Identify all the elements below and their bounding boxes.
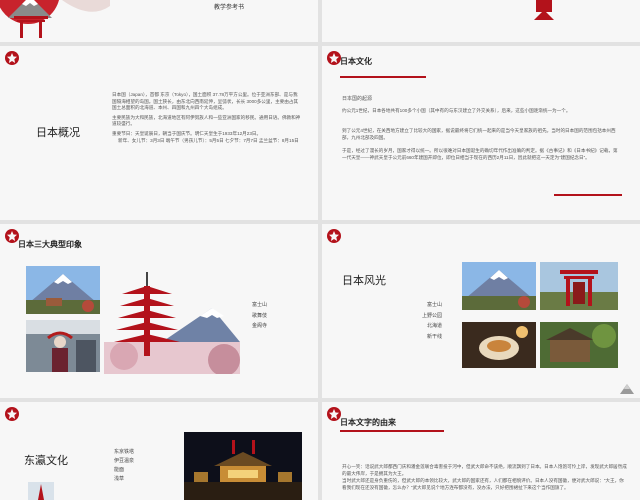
slide-thumbnail-7[interactable]: 东瀛文化 东京铁塔 伊豆温泉 能面 浅草 — [0, 402, 318, 500]
flower-badge-icon — [327, 51, 341, 65]
writing-paragraph-1: 开心一笑：话说武大郎都西门庆和潘金莲联合毒害投于河中，但武大郎命不该绝，顺流飘到… — [342, 464, 627, 476]
tower-photo — [28, 482, 54, 500]
impression-label: 歌舞伎 — [252, 312, 268, 319]
scenery-label: 上野公园 — [422, 312, 443, 319]
kabuki-photo — [26, 320, 100, 372]
pagoda-photo — [104, 270, 240, 374]
slide-thumbnail-1[interactable]: 教学参考书 — [0, 0, 318, 42]
culture-label: 能面 — [114, 467, 125, 473]
night-temple-photo — [184, 432, 302, 500]
culture-label: 伊豆温泉 — [114, 458, 135, 464]
slide-title: 日本概况 — [36, 127, 80, 139]
flower-badge-icon — [5, 407, 19, 421]
slide-thumbnail-6[interactable]: 日本风光 富士山 上野公园 北海道 新干线 — [322, 224, 640, 398]
cover-subtitle: 教学参考书 — [214, 5, 245, 11]
slide-thumbnail-4[interactable]: 日本文化 日本国的起源 约公元1世纪，日本各地共有100多个小国（其中有的与东汉… — [322, 46, 640, 220]
slide-title: 日本文字的由来 — [340, 418, 396, 427]
slide-title: 日本三大典型印象 — [18, 240, 82, 249]
flower-badge-icon — [5, 51, 19, 65]
slide-thumbnail-5[interactable]: 日本三大典型印象 富士山 歌舞伎 金阁寺 — [0, 224, 318, 398]
culture-label: 浅草 — [114, 476, 125, 482]
lantern-decoration — [534, 0, 554, 20]
scenery-label: 富士山 — [427, 302, 443, 308]
cover-art — [0, 0, 110, 38]
writing-paragraph-2: 当时武大郎还是身负重伤的，但武大郎的本领比较大，武大郎的国家还有，人们都在相貌评… — [342, 478, 624, 490]
title-underline — [340, 430, 444, 432]
flower-badge-icon — [327, 407, 341, 421]
culture-list: 东京铁塔 伊豆温泉 能面 浅草 — [114, 448, 134, 484]
scenery-label: 新干线 — [427, 333, 443, 340]
slide-title: 日本文化 — [340, 57, 372, 66]
slide-thumbnail-8[interactable]: 日本文字的由来 开心一笑：话说武大郎都西门庆和潘金莲联合毒害投于河中，但武大郎命… — [322, 402, 640, 500]
culture-paragraph-2: 到了公元4世纪，在关西地方建立了比较大的国家，据说最终将它们统一起来的是当今天皇… — [342, 128, 616, 140]
slide-title: 日本风光 — [342, 275, 386, 287]
slide-thumbnail-2[interactable] — [322, 0, 640, 42]
bullet-1: 日本国（Japan），首都 东京（Tokyo），国土面积 37.78万平方公里。… — [112, 92, 299, 111]
scenery-label: 北海道 — [427, 323, 443, 329]
shrine-gate-photo — [540, 262, 618, 310]
mountain-icon — [620, 384, 634, 394]
mount-fuji-photo — [26, 266, 100, 314]
footer-bar — [554, 194, 622, 196]
culture-heading: 日本国的起源 — [342, 96, 373, 102]
bullet-3: 重要节日：天皇诞辰日，朝当于国庆节。明仁天皇生于1933年12月23日。 — [112, 130, 262, 136]
title-underline — [340, 76, 426, 78]
impression-label: 富士山 — [252, 302, 268, 308]
culture-paragraph-1: 约公元1世纪，日本各地共有100多个小国（其中有的与东汉建立了外交关系），后来，… — [342, 108, 571, 113]
flower-badge-icon — [5, 229, 19, 243]
scenery-list: 富士山 上野公园 北海道 新干线 — [422, 300, 442, 342]
garden-photo — [540, 322, 618, 368]
slide-grid: 教学参考书 日本概况 日本国（Japan），首都 东京（Tokyo），国土面积 … — [0, 0, 640, 500]
overview-bullets: 日本国（Japan），首都 东京（Tokyo），国土面积 37.78万平方公里。… — [112, 92, 302, 144]
culture-paragraph-3: 于是，经过了漫长的岁月，国家才得以统一。所以很难对日本国诞生的确切年代作出准确的… — [342, 148, 618, 160]
culture-label: 东京铁塔 — [114, 449, 135, 455]
impression-list: 富士山 歌舞伎 金阁寺 — [252, 300, 267, 332]
fuji-scenery-photo — [462, 262, 536, 310]
bullet-2: 主要民族为大和民族，北海道地区有阿伊努族人和一些亚洲国家的移民。通用日语。佛教和… — [112, 114, 301, 127]
food-photo — [462, 322, 536, 368]
slide-thumbnail-3[interactable]: 日本概况 日本国（Japan），首都 东京（Tokyo），国土面积 37.78万… — [0, 46, 318, 220]
impression-label: 金阁寺 — [252, 323, 268, 329]
bullet-4: 新年、女儿节：3月3日 端午节（男孩儿节）：5月5日 七夕节：7月7日 盂兰盆节… — [118, 137, 299, 143]
slide-title: 东瀛文化 — [24, 455, 68, 467]
flower-badge-icon — [327, 229, 341, 243]
